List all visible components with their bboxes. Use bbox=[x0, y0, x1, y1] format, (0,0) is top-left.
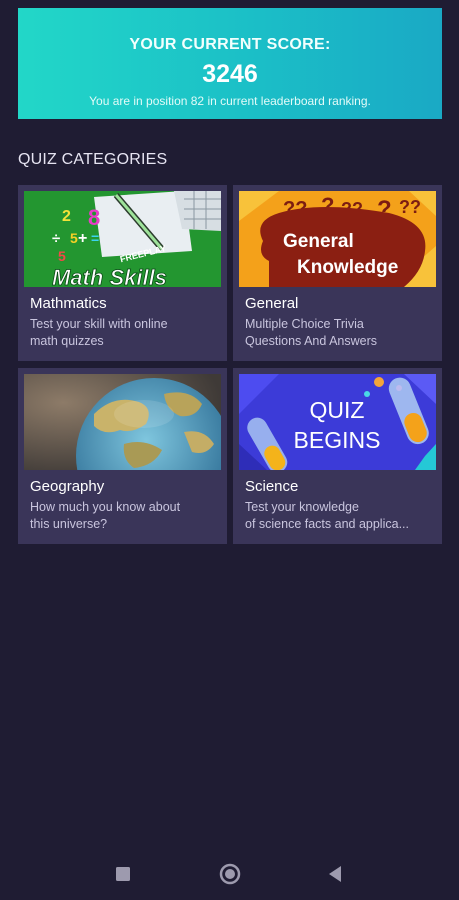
math-skills-text: Math Skills bbox=[52, 265, 167, 287]
quiz-image-text: QUIZ bbox=[310, 397, 365, 423]
triangle-back-icon bbox=[329, 866, 341, 882]
category-description: Test your skill with online math quizzes bbox=[30, 317, 168, 348]
math-skills-image: 2 8 ÷ 5 + = 5 FREEPLAY Math Skills bbox=[24, 191, 221, 287]
home-button[interactable] bbox=[218, 862, 242, 886]
score-card: YOUR CURRENT SCORE: 3246 You are in posi… bbox=[18, 8, 442, 119]
category-name: Geography bbox=[30, 478, 105, 495]
svg-text:=: = bbox=[91, 230, 99, 246]
svg-text:+: + bbox=[78, 230, 87, 247]
category-name: General bbox=[245, 295, 299, 312]
leaderboard-position-text: You are in position 82 in current leader… bbox=[89, 94, 371, 108]
category-card-science[interactable]: QUIZ BEGINS Science Test your knowledge … bbox=[233, 368, 442, 544]
category-name: Mathmatics bbox=[30, 295, 107, 312]
svg-text:5: 5 bbox=[70, 230, 78, 246]
back-button[interactable] bbox=[323, 862, 347, 886]
general-image-text: General bbox=[283, 231, 354, 252]
score-title: YOUR CURRENT SCORE: bbox=[129, 36, 331, 53]
category-description: How much you know about this universe? bbox=[30, 500, 181, 531]
recents-button[interactable] bbox=[111, 862, 135, 886]
quiz-begins-image: QUIZ BEGINS bbox=[239, 374, 436, 470]
category-description: Multiple Choice Trivia Questions And Ans… bbox=[245, 317, 378, 348]
category-card-geography[interactable]: Geography How much you know about this u… bbox=[18, 368, 227, 544]
system-navigation-bar bbox=[0, 848, 459, 900]
category-description: Test your knowledge of science facts and… bbox=[245, 500, 409, 531]
category-name: Science bbox=[245, 478, 299, 495]
score-value: 3246 bbox=[202, 60, 258, 88]
begins-image-text: BEGINS bbox=[294, 427, 381, 453]
svg-text:2: 2 bbox=[62, 208, 71, 225]
general-knowledge-image: ?? ? ?? ? ?? General Knowledge bbox=[239, 191, 436, 287]
globe-image bbox=[24, 374, 221, 470]
category-card-mathematics[interactable]: 2 8 ÷ 5 + = 5 FREEPLAY Math Skills Mathm… bbox=[18, 185, 227, 361]
svg-text:÷: ÷ bbox=[52, 230, 60, 247]
category-card-general[interactable]: ?? ? ?? ? ?? General Knowledge General M… bbox=[233, 185, 442, 361]
section-title: QUIZ CATEGORIES bbox=[18, 151, 168, 168]
svg-text:5: 5 bbox=[58, 248, 66, 264]
knowledge-image-text: Knowledge bbox=[297, 257, 398, 278]
app-screen: YOUR CURRENT SCORE: 3246 You are in posi… bbox=[0, 0, 459, 900]
square-icon bbox=[116, 867, 130, 881]
svg-text:??: ?? bbox=[399, 197, 421, 217]
circle-icon bbox=[219, 863, 241, 885]
svg-text:8: 8 bbox=[88, 205, 100, 230]
